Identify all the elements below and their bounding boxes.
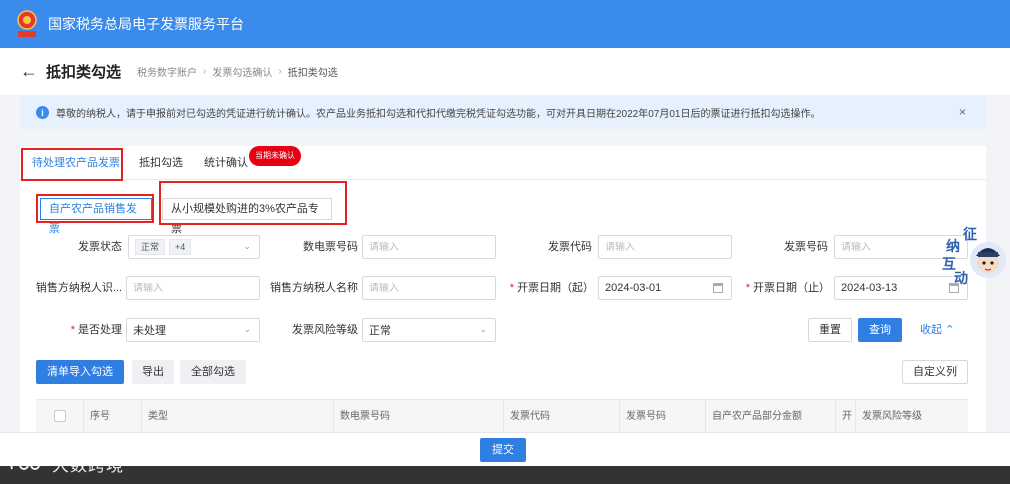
calendar-icon	[713, 283, 723, 293]
date-end-value: 2024-03-13	[841, 282, 898, 294]
select-all-checkbox[interactable]	[54, 410, 66, 422]
tab-deduction-select[interactable]: 抵扣勾选	[139, 146, 183, 180]
tax-emblem-icon	[14, 8, 40, 40]
digital-invoice-no-label: 数电票号码	[303, 241, 358, 253]
required-mark: *	[745, 282, 750, 294]
invoice-status-select[interactable]: 正常 +4 ⌄	[128, 235, 260, 259]
chevron-down-icon: ⌄	[243, 324, 251, 334]
top-bar: 国家税务总局电子发票服务平台	[0, 0, 1010, 48]
watermark-text: 大数跨境	[52, 456, 124, 475]
breadcrumb-item[interactable]: 发票勾选确认	[212, 64, 272, 79]
column-header: 自产农产品部分金额	[706, 400, 836, 433]
required-mark: *	[509, 282, 514, 294]
custom-columns-button[interactable]: 自定义列	[902, 360, 968, 384]
query-button[interactable]: 查询	[858, 318, 902, 342]
column-header: 类型	[142, 400, 334, 433]
column-header: 发票风险等级	[862, 411, 922, 422]
export-button[interactable]: 导出	[132, 360, 174, 384]
chevron-down-icon: ⌄	[479, 324, 487, 334]
breadcrumb-current: 抵扣类勾选	[287, 68, 338, 79]
tab-pending-agri-invoices[interactable]: 待处理农产品发票	[32, 146, 120, 181]
column-header: 数电票号码	[334, 400, 504, 433]
processed-label: * 是否处理	[40, 318, 122, 342]
invoice-code-input[interactable]	[605, 241, 725, 253]
tab-statistics-confirm[interactable]: 统计确认	[204, 146, 248, 180]
page-header: ← 抵扣类勾选 税务数字账户 › 发票勾选确认 › 抵扣类勾选	[0, 48, 1010, 96]
date-start-value: 2024-03-01	[605, 282, 662, 294]
date-start-label: * 开票日期（起）	[504, 276, 594, 300]
seller-name-label: 销售方纳税人名称	[270, 282, 358, 294]
notice-text: 尊敬的纳税人，请于申报前对已勾选的凭证进行统计确认。农产品业务抵扣勾选和代扣代缴…	[56, 109, 821, 120]
page-title: 抵扣类勾选	[46, 64, 122, 81]
date-end-label: * 开票日期（止）	[738, 276, 830, 300]
bottom-strip	[0, 466, 1010, 484]
date-start-picker[interactable]: 2024-03-01	[598, 276, 732, 300]
digital-invoice-no-field[interactable]	[362, 235, 496, 259]
risk-level-label: 发票风险等级	[292, 324, 358, 336]
chevron-down-icon: ⌄	[243, 241, 251, 251]
tab-bar: 待处理农产品发票 抵扣勾选 统计确认 当期未确认	[20, 146, 986, 181]
submit-button[interactable]: 提交	[480, 438, 526, 462]
assistant-char: 动	[954, 270, 968, 286]
column-header: 发票号码	[620, 400, 706, 433]
invoice-code-field[interactable]	[598, 235, 732, 259]
select-all-cell	[36, 400, 84, 433]
assistant-char: 征	[963, 226, 977, 242]
date-start-label-text: 开票日期（起）	[517, 282, 594, 294]
chevron-up-icon: ⌃	[945, 324, 955, 336]
assistant-char: 纳	[946, 238, 960, 254]
breadcrumb-item[interactable]: 税务数字账户	[137, 64, 197, 79]
invoice-code-label: 发票代码	[548, 241, 592, 253]
subtab-self-produced-agri[interactable]: 自产农产品销售发票	[40, 198, 152, 235]
invoice-no-label: 发票号码	[784, 241, 828, 253]
seller-tax-id-field[interactable]	[126, 276, 260, 300]
collapse-link[interactable]: 收起 ⌃	[920, 318, 954, 342]
more-count-tag: +4	[169, 239, 192, 255]
close-icon[interactable]: ×	[959, 105, 966, 119]
processed-select[interactable]: 未处理 ⌄	[126, 318, 260, 342]
subtab-small-scale-3pct[interactable]: 从小规模处购进的3%农产品专票	[162, 198, 332, 235]
collapse-label: 收起	[920, 324, 942, 336]
watermark-logo-icon	[10, 457, 40, 470]
main-card: 待处理农产品发票 抵扣勾选 统计确认 当期未确认 自产农产品销售发票 从小规模处…	[20, 146, 986, 433]
info-icon: i	[36, 106, 49, 119]
digital-invoice-no-input[interactable]	[369, 241, 489, 253]
risk-level-select[interactable]: 正常 ⌄	[362, 318, 496, 342]
reset-button[interactable]: 重置	[808, 318, 852, 342]
column-header: 发票代码	[504, 400, 620, 433]
footer-bar: 提交	[0, 432, 1010, 466]
tax-assistant-widget[interactable]: 征 纳 互 动	[942, 222, 1008, 288]
seller-name-field[interactable]	[362, 276, 496, 300]
breadcrumb-separator-icon: ›	[203, 66, 207, 77]
date-end-label-text: 开票日期（止）	[753, 282, 830, 294]
back-arrow-icon[interactable]: ←	[20, 61, 38, 82]
required-mark: *	[70, 324, 75, 336]
column-header: 开	[836, 400, 856, 433]
processed-value: 未处理	[133, 325, 166, 337]
seller-name-input[interactable]	[369, 282, 489, 294]
table-header: 序号 类型 数电票号码 发票代码 发票号码 自产农产品部分金额 开 发票风险等级	[36, 399, 968, 433]
seller-tax-id-label: 销售方纳税人识...	[35, 282, 122, 294]
status-tag: 正常	[135, 239, 166, 255]
seller-tax-id-input[interactable]	[133, 282, 253, 294]
processed-label-text: 是否处理	[78, 324, 122, 336]
watermark: 大数跨境	[8, 451, 124, 476]
status-badge: 当期未确认	[249, 146, 301, 166]
breadcrumb: 税务数字账户 › 发票勾选确认 › 抵扣类勾选	[137, 64, 338, 79]
breadcrumb-separator-icon: ›	[278, 66, 282, 77]
notice-banner: i 尊敬的纳税人，请于申报前对已勾选的凭证进行统计确认。农产品业务抵扣勾选和代扣…	[20, 96, 986, 129]
select-all-button[interactable]: 全部勾选	[180, 360, 246, 384]
risk-level-value: 正常	[369, 325, 391, 337]
app-title: 国家税务总局电子发票服务平台	[48, 16, 244, 32]
import-select-button[interactable]: 清单导入勾选	[36, 360, 124, 384]
invoice-status-label: 发票状态	[78, 241, 122, 253]
column-header: 序号	[84, 400, 142, 433]
